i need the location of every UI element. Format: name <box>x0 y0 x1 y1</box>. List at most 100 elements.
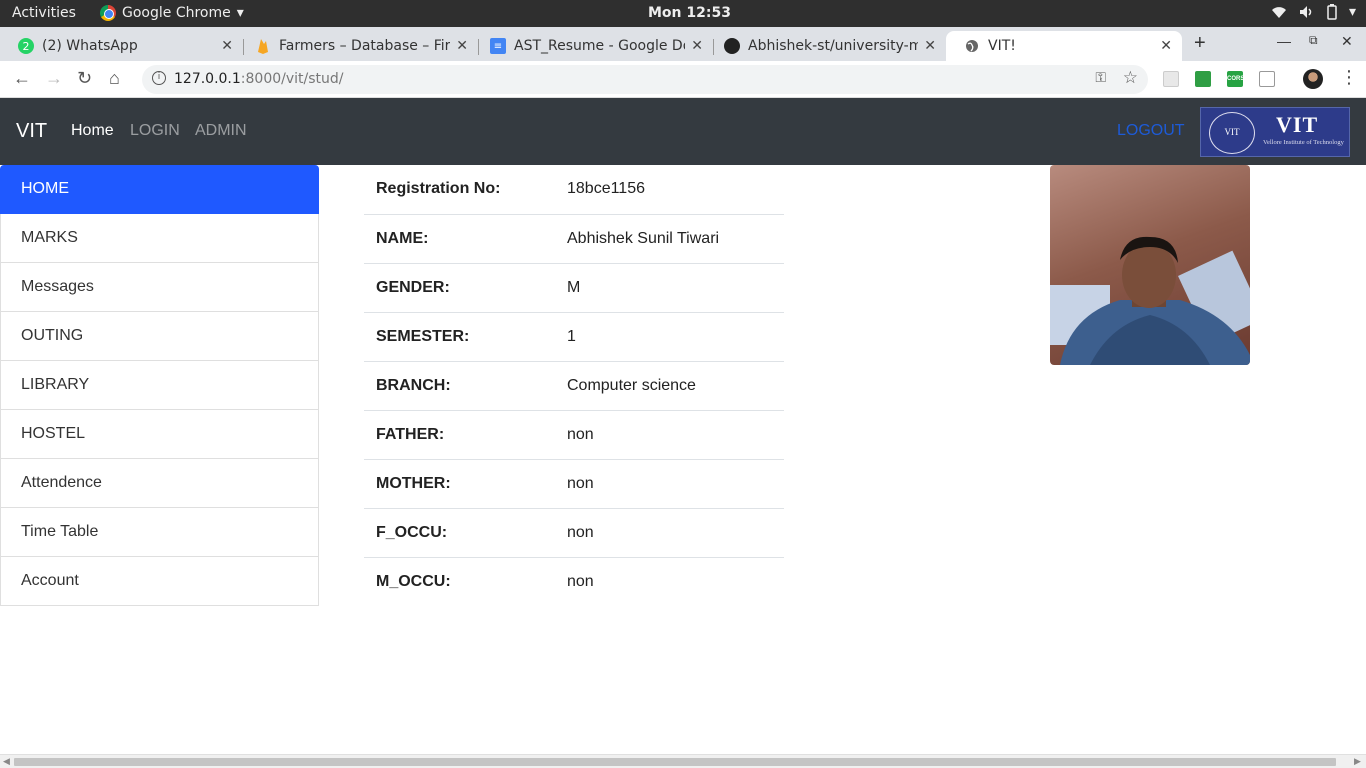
document-extension-icon[interactable] <box>1259 71 1275 87</box>
site-brand[interactable]: VIT <box>16 120 47 143</box>
new-tab-button[interactable]: + <box>1194 32 1206 55</box>
table-row: BRANCH: Computer science <box>364 360 784 410</box>
chevron-down-icon: ▾ <box>236 5 244 21</box>
close-window-icon[interactable]: ✕ <box>1341 33 1353 50</box>
volume-icon <box>1299 6 1312 18</box>
url-host: 127.0.0.1 <box>174 71 241 87</box>
site-info-icon[interactable]: i <box>152 71 166 85</box>
sidebar-item-outing[interactable]: OUTING <box>0 312 319 361</box>
home-icon[interactable]: ⌂ <box>109 68 120 89</box>
extension-icon[interactable] <box>1163 71 1179 87</box>
field-value: M <box>555 262 784 312</box>
field-value: 18bce1156 <box>567 180 645 198</box>
table-row: MOTHER: non <box>364 458 784 508</box>
battery-icon <box>1327 4 1337 20</box>
power-menu-chevron-icon: ▾ <box>1348 4 1356 20</box>
whatsapp-icon: 2 <box>18 38 34 54</box>
tab-title: Abhishek-st/university-m <box>748 38 919 54</box>
tab-badge: 2 <box>22 39 30 53</box>
sidebar-item-library[interactable]: LIBRARY <box>0 361 319 410</box>
sidebar-item-attendence[interactable]: Attendence <box>0 459 319 508</box>
evernote-extension-icon[interactable] <box>1195 71 1211 87</box>
logout-link[interactable]: LOGOUT <box>1117 122 1185 140</box>
sidebar-item-messages[interactable]: Messages <box>0 263 319 312</box>
scrollbar-thumb[interactable] <box>14 758 1336 766</box>
tab-github[interactable]: Abhishek-st/university-m ✕ <box>706 31 946 61</box>
github-icon <box>724 38 740 54</box>
close-icon[interactable]: ✕ <box>1160 38 1172 54</box>
tab-title: Farmers – Database – Fire <box>279 38 451 54</box>
site-navbar: VIT Home LOGIN ADMIN LOGOUT VIT VIT Vell… <box>0 98 1366 165</box>
horizontal-scrollbar[interactable]: ◀ ▶ <box>0 754 1366 768</box>
field-value: Abhishek Sunil Tiwari <box>555 213 784 263</box>
profile-avatar[interactable] <box>1303 69 1323 89</box>
sidebar-item-hostel[interactable]: HOSTEL <box>0 410 319 459</box>
field-value: non <box>555 507 784 557</box>
app-menu[interactable]: Google Chrome ▾ <box>100 5 244 21</box>
address-bar[interactable]: i 127.0.0.1:8000/vit/stud/ ⚿ ☆ <box>142 65 1148 94</box>
close-icon[interactable]: ✕ <box>221 38 233 54</box>
table-row: NAME: Abhishek Sunil Tiwari <box>364 213 784 263</box>
key-icon[interactable]: ⚿ <box>1095 70 1106 86</box>
clock[interactable]: Mon 12:53 <box>648 5 731 21</box>
tab-whatsapp[interactable]: 2 (2) WhatsApp ✕ <box>0 31 243 61</box>
tab-firebase[interactable]: Farmers – Database – Fire ✕ <box>237 31 478 61</box>
field-label: Registration No: <box>376 180 501 198</box>
restore-icon[interactable]: ⧉ <box>1309 33 1318 48</box>
field-label: MOTHER: <box>364 458 555 508</box>
field-value: 1 <box>555 311 784 361</box>
activities-button[interactable]: Activities <box>12 5 76 21</box>
close-icon[interactable]: ✕ <box>924 38 936 54</box>
vit-logo-word: VIT <box>1276 112 1319 137</box>
close-icon[interactable]: ✕ <box>456 38 468 54</box>
tab-google-docs[interactable]: ≡ AST_Resume - Google Do ✕ <box>472 31 713 61</box>
sidebar-item-marks[interactable]: MARKS <box>0 214 319 263</box>
tab-title: VIT! <box>988 38 1016 54</box>
nav-home[interactable]: Home <box>71 122 114 140</box>
vit-seal: VIT <box>1209 112 1255 154</box>
student-photo-illustration <box>1050 236 1250 365</box>
url-text[interactable]: 127.0.0.1:8000/vit/stud/ <box>174 71 344 87</box>
cors-label: CORS <box>1227 76 1245 82</box>
sidebar-item-time-table[interactable]: Time Table <box>0 508 319 557</box>
field-value: Computer science <box>555 360 784 410</box>
field-value: non <box>555 409 784 459</box>
tab-vit[interactable]: VIT! ✕ <box>946 31 1182 61</box>
back-arrow-icon[interactable]: ← <box>13 68 31 89</box>
forward-arrow-icon[interactable]: → <box>45 68 63 89</box>
cors-extension-icon[interactable]: CORS <box>1227 71 1245 87</box>
chrome-icon <box>100 5 116 21</box>
table-row: SEMESTER: 1 <box>364 311 784 361</box>
firebase-icon <box>255 38 271 54</box>
field-label: FATHER: <box>364 409 555 459</box>
table-row: F_OCCU: non <box>364 507 784 557</box>
vit-logo: VIT VIT Vellore Institute of Technology <box>1200 107 1350 157</box>
system-top-bar: Activities Google Chrome ▾ Mon 12:53 ▾ <box>0 0 1366 27</box>
tab-title: AST_Resume - Google Do <box>514 38 686 54</box>
more-vert-icon[interactable]: ⋮ <box>1340 67 1358 88</box>
reload-icon[interactable]: ↻ <box>77 68 92 89</box>
sidebar-item-account[interactable]: Account <box>0 557 319 606</box>
browser-tab-strip: 2 (2) WhatsApp ✕ Farmers – Database – Fi… <box>0 27 1366 61</box>
scroll-right-icon[interactable]: ▶ <box>1354 756 1361 767</box>
field-label: NAME: <box>364 213 555 263</box>
google-docs-icon: ≡ <box>490 38 506 54</box>
scroll-left-icon[interactable]: ◀ <box>3 756 10 767</box>
nav-login[interactable]: LOGIN <box>130 122 180 140</box>
url-path: :8000/vit/stud/ <box>240 71 344 87</box>
field-label: SEMESTER: <box>364 311 555 361</box>
tab-title: (2) WhatsApp <box>42 38 138 54</box>
nav-admin[interactable]: ADMIN <box>195 122 247 140</box>
system-tray[interactable]: ▾ <box>1271 4 1356 20</box>
close-icon[interactable]: ✕ <box>691 38 703 54</box>
table-row: GENDER: M <box>364 262 784 312</box>
vit-logo-subtitle: Vellore Institute of Technology <box>1263 139 1344 146</box>
sidebar-item-home[interactable]: HOME <box>0 165 319 214</box>
minimize-icon[interactable]: — <box>1277 33 1291 49</box>
field-value: non <box>555 458 784 508</box>
table-row: FATHER: non <box>364 409 784 459</box>
bookmark-star-icon[interactable]: ☆ <box>1123 68 1138 88</box>
field-value: non <box>555 556 784 606</box>
app-name: Google Chrome <box>122 5 231 21</box>
wifi-icon <box>1271 7 1286 18</box>
